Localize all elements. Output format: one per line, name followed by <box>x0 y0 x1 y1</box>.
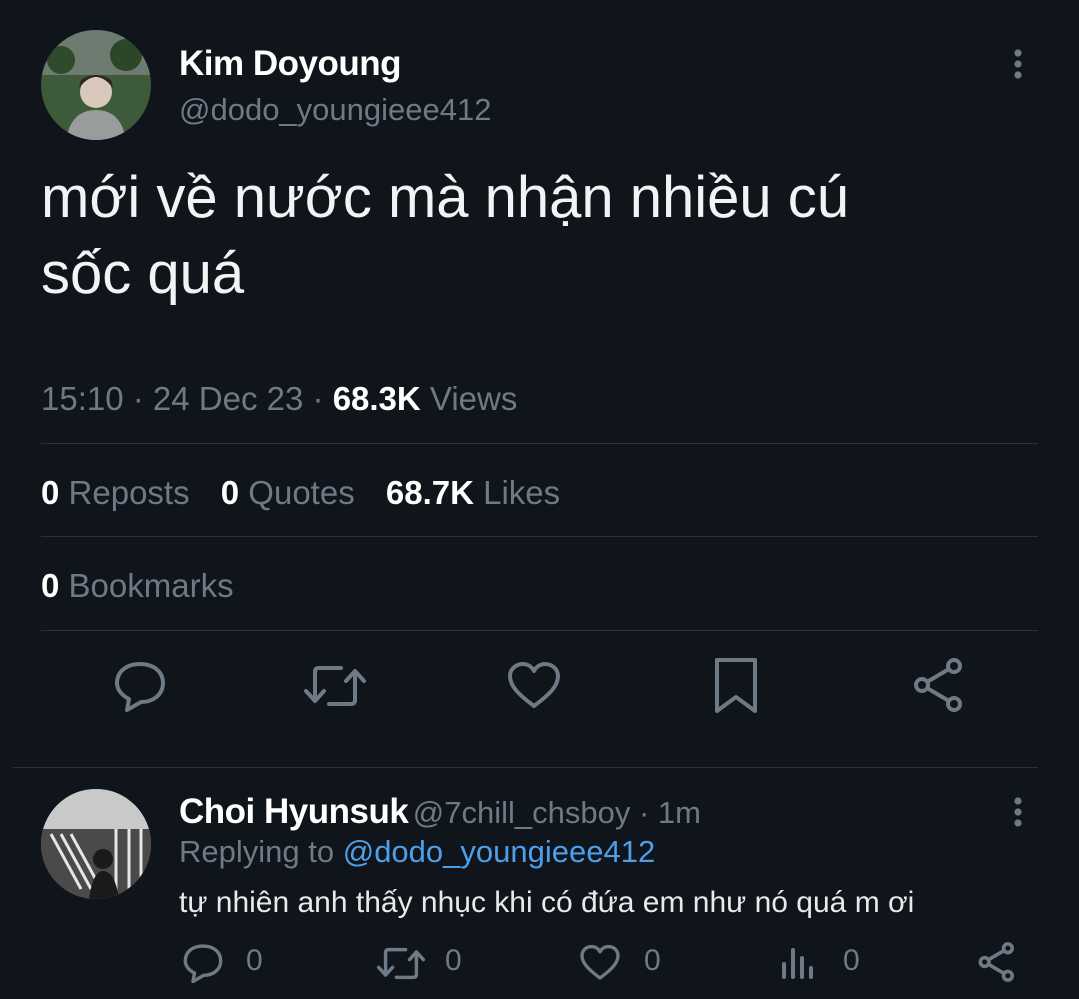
tweet-text: mới về nước mà nhận nhiều cú sốc quá <box>41 160 849 312</box>
meta-separator: · <box>123 380 153 417</box>
bookmark-icon[interactable] <box>713 656 759 716</box>
engagement-stats: 0 Reposts 0 Quotes 68.7K Likes <box>41 474 560 512</box>
tweet-date[interactable]: 24 Dec 23 <box>153 380 303 417</box>
replying-to-handle[interactable]: @dodo_youngieee412 <box>343 834 655 869</box>
section-divider <box>13 767 1038 768</box>
likes-label: Likes <box>483 474 561 511</box>
tweet-text-line: mới về nước mà nhận nhiều cú <box>41 165 850 230</box>
more-vertical-icon[interactable] <box>1008 48 1028 82</box>
quotes-count: 0 <box>220 474 240 511</box>
reply-author-handle[interactable]: @7chill_chsboy <box>413 795 631 830</box>
reposts-count: 0 <box>41 474 60 511</box>
more-vertical-icon[interactable] <box>1008 796 1028 830</box>
tweet-meta: 15:10 · 24 Dec 23 · 68.3K Views <box>41 380 517 418</box>
quotes-label: Quotes <box>248 474 355 511</box>
quotes-stat[interactable]: 0 Quotes <box>221 474 355 511</box>
repost-icon[interactable] <box>303 662 367 710</box>
reply-header: Choi Hyunsuk @7chill_chsboy · 1m <box>179 792 701 832</box>
reply-text: tự nhiên anh thấy nhục khi có đứa em như… <box>179 886 915 919</box>
reposts-label: Reposts <box>68 474 190 511</box>
reply-like-count: 0 <box>644 944 661 977</box>
meta-separator: · <box>630 795 658 830</box>
heart-icon[interactable] <box>506 660 562 712</box>
divider <box>41 630 1038 631</box>
reply-author-name[interactable]: Choi Hyunsuk <box>179 792 409 831</box>
tweet-text-line: sốc quá <box>41 241 245 306</box>
bookmarks-stat[interactable]: 0 Bookmarks <box>41 567 234 605</box>
divider <box>41 443 1038 444</box>
replying-to: Replying to @dodo_youngieee412 <box>179 834 655 870</box>
repost-icon[interactable] <box>376 945 426 982</box>
views-count: 68.3K <box>332 380 421 417</box>
replying-to-label: Replying to <box>179 834 343 869</box>
likes-stat[interactable]: 68.7K Likes <box>386 474 560 511</box>
likes-count: 68.7K <box>385 474 474 511</box>
heart-icon[interactable] <box>579 943 621 983</box>
reply-time[interactable]: 1m <box>658 795 701 830</box>
meta-separator: · <box>303 380 333 417</box>
views-label: Views <box>429 380 518 417</box>
author-name[interactable]: Kim Doyoung <box>179 44 401 84</box>
divider <box>41 536 1038 537</box>
share-icon[interactable] <box>912 656 966 714</box>
reply-icon[interactable] <box>182 943 224 983</box>
share-icon[interactable] <box>977 941 1017 983</box>
author-handle[interactable]: @dodo_youngieee412 <box>179 92 491 128</box>
tweet-time[interactable]: 15:10 <box>41 380 124 417</box>
reply-views-count: 0 <box>843 944 860 977</box>
bookmarks-count: 0 <box>41 567 60 604</box>
reply-author-avatar[interactable] <box>41 789 151 899</box>
reply-icon[interactable] <box>113 660 167 712</box>
bookmarks-label: Bookmarks <box>68 567 234 604</box>
reply-repost-count: 0 <box>445 944 462 977</box>
author-avatar[interactable] <box>41 30 151 140</box>
reposts-stat[interactable]: 0 Reposts <box>41 474 190 511</box>
views-icon[interactable] <box>780 944 816 980</box>
reply-reply-count: 0 <box>246 944 263 977</box>
